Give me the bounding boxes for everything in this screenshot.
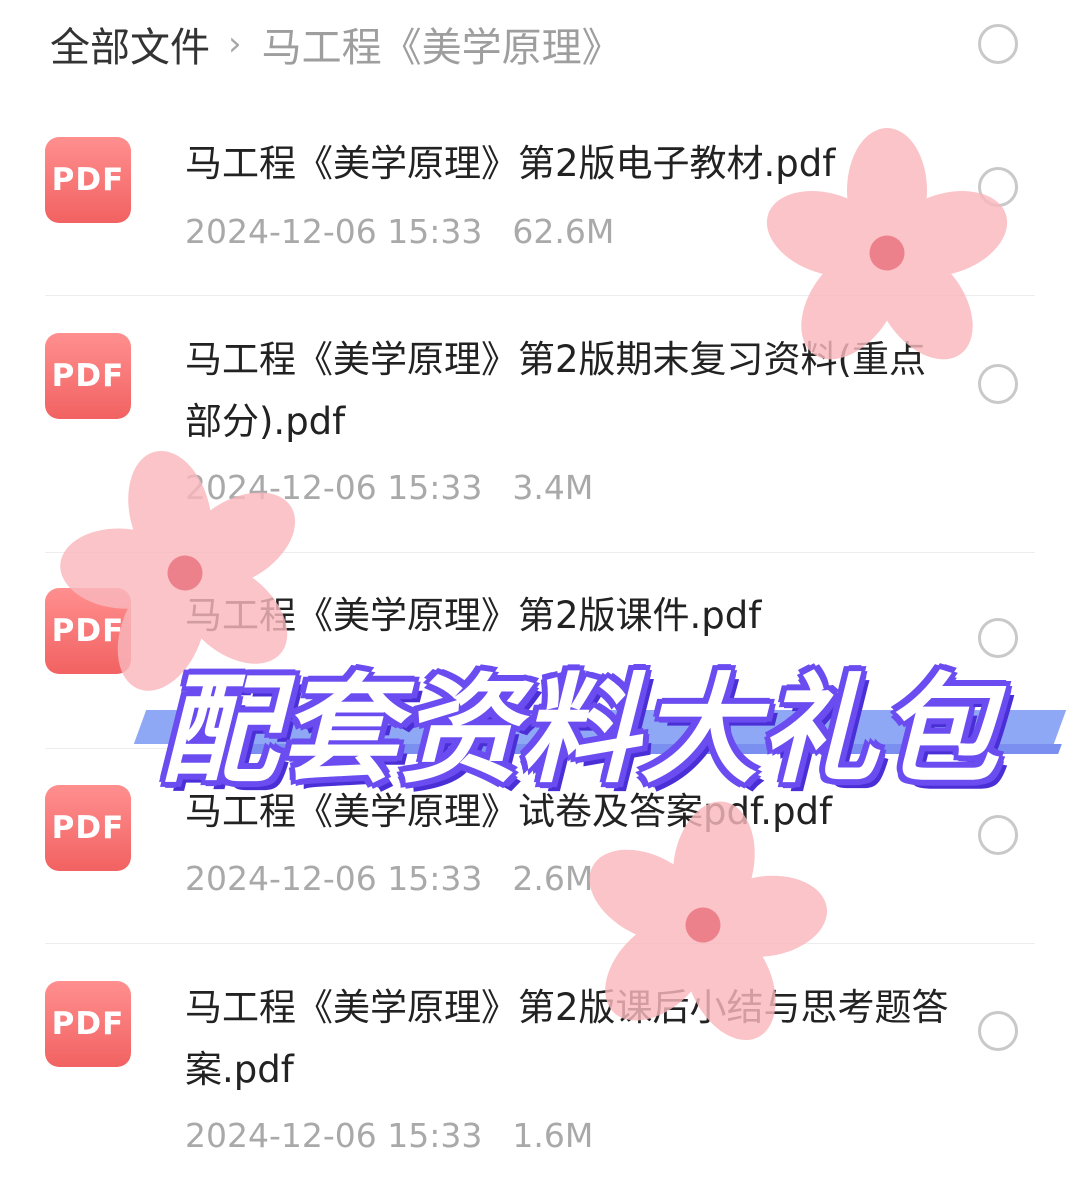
- file-date: 2024-12-06 15:33: [185, 212, 483, 251]
- pdf-file-icon: PDF: [45, 137, 131, 223]
- file-size: 1.6M: [512, 1116, 594, 1155]
- file-select-radio[interactable]: [978, 364, 1018, 404]
- promo-banner: 配套资料大礼包: [133, 630, 1067, 799]
- divider: [45, 295, 1035, 296]
- file-date: 2024-12-06 15:33: [185, 468, 483, 507]
- file-meta: 2024-12-06 15:33 3.4M: [185, 468, 593, 507]
- file-date: 2024-12-06 15:33: [185, 859, 483, 898]
- file-select-radio[interactable]: [978, 815, 1018, 855]
- breadcrumb: 全部文件 › 马工程《美学原理》: [50, 14, 622, 74]
- pdf-file-icon: PDF: [45, 785, 131, 871]
- file-name[interactable]: 马工程《美学原理》第2版电子教材.pdf: [185, 133, 955, 195]
- file-size: 3.4M: [512, 468, 594, 507]
- file-select-radio[interactable]: [978, 1011, 1018, 1051]
- file-meta: 2024-12-06 15:33 2.6M: [185, 859, 593, 898]
- breadcrumb-root-all-files[interactable]: 全部文件: [50, 15, 210, 73]
- file-size: 62.6M: [512, 212, 615, 251]
- select-all-radio[interactable]: [978, 24, 1018, 64]
- divider: [45, 552, 1035, 553]
- file-meta: 2024-12-06 15:33 62.6M: [185, 212, 614, 251]
- file-select-radio[interactable]: [978, 167, 1018, 207]
- file-name[interactable]: 马工程《美学原理》第2版课后小结与思考题答案.pdf: [185, 977, 955, 1101]
- pdf-file-icon: PDF: [45, 333, 131, 419]
- divider: [45, 943, 1035, 944]
- file-date: 2024-12-06 15:33: [185, 1116, 483, 1155]
- file-meta: 2024-12-06 15:33 1.6M: [185, 1116, 593, 1155]
- file-size: 2.6M: [512, 859, 594, 898]
- chevron-right-icon: ›: [228, 24, 242, 64]
- file-name[interactable]: 马工程《美学原理》第2版期末复习资料(重点部分).pdf: [185, 329, 955, 453]
- pdf-file-icon: PDF: [45, 981, 131, 1067]
- pdf-file-icon: PDF: [45, 588, 131, 674]
- breadcrumb-current-folder: 马工程《美学原理》: [261, 25, 622, 71]
- banner-title: 配套资料大礼包: [160, 661, 1001, 799]
